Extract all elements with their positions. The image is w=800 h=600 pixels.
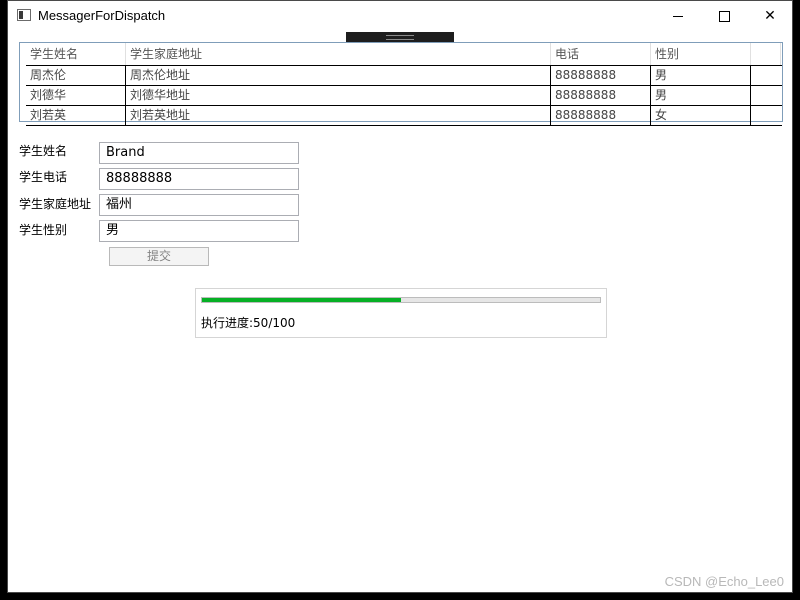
table-row[interactable]: 刘德华 刘德华地址 88888888 男 bbox=[26, 85, 782, 105]
phone-label: 学生电话 bbox=[19, 170, 68, 184]
gender-input[interactable]: 男 bbox=[99, 220, 299, 242]
grid-body: 周杰伦 周杰伦地址 88888888 男 刘德华 刘德华地址 88888888 … bbox=[26, 65, 782, 126]
title-bar[interactable]: MessagerForDispatch ✕ bbox=[8, 1, 792, 31]
cell-phone[interactable]: 88888888 bbox=[551, 106, 651, 125]
column-header-filler bbox=[751, 43, 781, 65]
maximize-button[interactable] bbox=[701, 1, 747, 31]
progress-bar-fill bbox=[202, 298, 401, 302]
minimize-button[interactable] bbox=[655, 1, 701, 31]
column-header-gender[interactable]: 性别 bbox=[651, 43, 751, 65]
progress-text: 执行进度:50/100 bbox=[201, 316, 296, 330]
grid-header-row: 学生姓名 学生家庭地址 电话 性别 bbox=[26, 43, 782, 65]
cell-name[interactable]: 刘若英 bbox=[26, 106, 126, 125]
cell-gender[interactable]: 男 bbox=[651, 86, 751, 105]
minimize-icon bbox=[673, 15, 683, 17]
cell-address[interactable]: 周杰伦地址 bbox=[126, 66, 551, 85]
cell-name[interactable]: 刘德华 bbox=[26, 86, 126, 105]
cell-address[interactable]: 刘若英地址 bbox=[126, 106, 551, 125]
column-header-phone[interactable]: 电话 bbox=[551, 43, 651, 65]
cell-gender[interactable]: 女 bbox=[651, 106, 751, 125]
maximize-icon bbox=[718, 10, 730, 22]
drag-handle[interactable] bbox=[346, 32, 454, 42]
submit-button[interactable]: 提交 bbox=[109, 247, 209, 266]
cell-address[interactable]: 刘德华地址 bbox=[126, 86, 551, 105]
progress-panel: 执行进度:50/100 bbox=[195, 288, 607, 338]
gender-label: 学生性别 bbox=[19, 223, 68, 237]
cell-gender[interactable]: 男 bbox=[651, 66, 751, 85]
cell-name[interactable]: 周杰伦 bbox=[26, 66, 126, 85]
name-input[interactable]: Brand bbox=[99, 142, 299, 164]
phone-input[interactable]: 88888888 bbox=[99, 168, 299, 190]
cell-filler bbox=[751, 106, 781, 125]
column-header-name[interactable]: 学生姓名 bbox=[26, 43, 126, 65]
column-header-address[interactable]: 学生家庭地址 bbox=[126, 43, 551, 65]
student-data-grid[interactable]: 学生姓名 学生家庭地址 电话 性别 周杰伦 周杰伦地址 88888888 男 刘… bbox=[19, 42, 783, 126]
cell-phone[interactable]: 88888888 bbox=[551, 86, 651, 105]
close-button[interactable]: ✕ bbox=[747, 1, 793, 31]
cell-filler bbox=[751, 66, 781, 85]
table-row[interactable]: 周杰伦 周杰伦地址 88888888 男 bbox=[26, 65, 782, 85]
table-row[interactable]: 刘若英 刘若英地址 88888888 女 bbox=[26, 105, 782, 125]
app-window: MessagerForDispatch ✕ 学生姓名 学生家庭地址 电话 性别 … bbox=[7, 0, 793, 593]
watermark: CSDN @Echo_Lee0 bbox=[664, 574, 784, 589]
app-window-icon bbox=[17, 9, 31, 21]
progress-bar bbox=[201, 297, 601, 303]
address-label: 学生家庭地址 bbox=[19, 197, 92, 211]
cell-filler bbox=[751, 86, 781, 105]
close-icon: ✕ bbox=[764, 8, 776, 24]
name-label: 学生姓名 bbox=[19, 144, 68, 158]
address-input[interactable]: 福州 bbox=[99, 194, 299, 216]
cell-phone[interactable]: 88888888 bbox=[551, 66, 651, 85]
window-title: MessagerForDispatch bbox=[38, 8, 166, 23]
